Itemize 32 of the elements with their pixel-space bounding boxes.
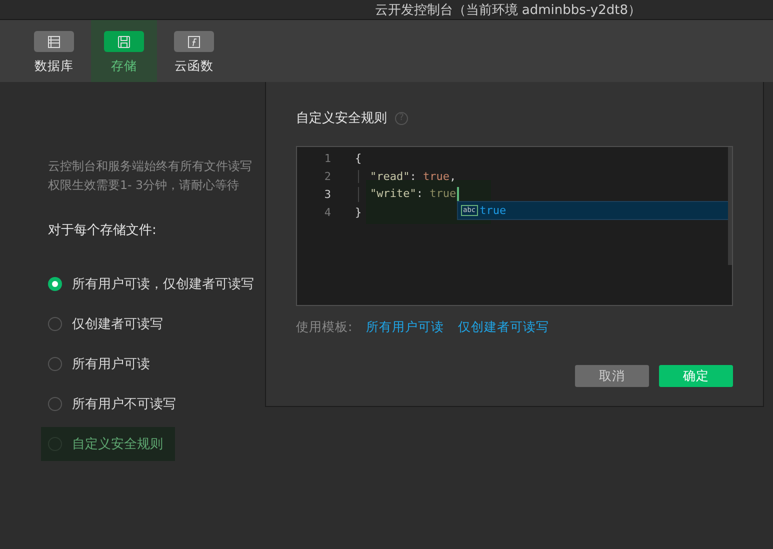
info-text: 权限生效需要1- 3分钟，请耐心等待 — [48, 177, 240, 194]
radio-option[interactable]: 所有用户可读，仅创建者可读写 — [41, 267, 261, 301]
radio-option[interactable]: 仅创建者可读写 — [41, 307, 170, 341]
radio-button[interactable] — [48, 397, 62, 411]
radio-button[interactable] — [48, 277, 62, 291]
line-number: 4 — [323, 206, 331, 218]
template-label: 使用模板: — [296, 319, 352, 336]
radio-button[interactable] — [48, 357, 62, 371]
radio-option[interactable]: 所有用户可读 — [41, 347, 157, 381]
code-line: "write": true — [370, 186, 456, 202]
code-line: { — [355, 152, 362, 164]
radio-button[interactable] — [48, 317, 62, 331]
cancel-button[interactable]: 取消 — [575, 365, 649, 387]
table-icon — [47, 34, 61, 48]
radio-option[interactable]: 所有用户不可读写 — [41, 387, 183, 421]
toolbar-tab[interactable]: 存储 — [91, 20, 157, 82]
info-text: 云控制台和服务端始终有所有文件读写 — [48, 158, 252, 175]
window-title: 云开发控制台（当前环境 adminbbs-y2dt8） — [374, 2, 641, 18]
line-number: 3 — [323, 188, 331, 200]
section-heading: 对于每个存储文件: — [48, 222, 158, 239]
toolbar-tab[interactable]: 数据库 — [21, 20, 87, 82]
code-line: "read": true, — [370, 170, 456, 182]
line-number: 1 — [323, 152, 331, 164]
dialog-title: 自定义安全规则 — [296, 110, 387, 127]
line-number: 2 — [323, 170, 331, 182]
text-cursor — [457, 186, 460, 202]
radio-option[interactable]: 自定义安全规则 — [41, 427, 175, 461]
toolbar-tab[interactable]: 云函数 — [161, 20, 227, 82]
template-link[interactable]: 仅创建者可读写 — [458, 319, 550, 336]
template-link[interactable]: 所有用户可读 — [366, 319, 444, 336]
function-icon — [187, 34, 201, 48]
code-line: } — [355, 206, 362, 218]
